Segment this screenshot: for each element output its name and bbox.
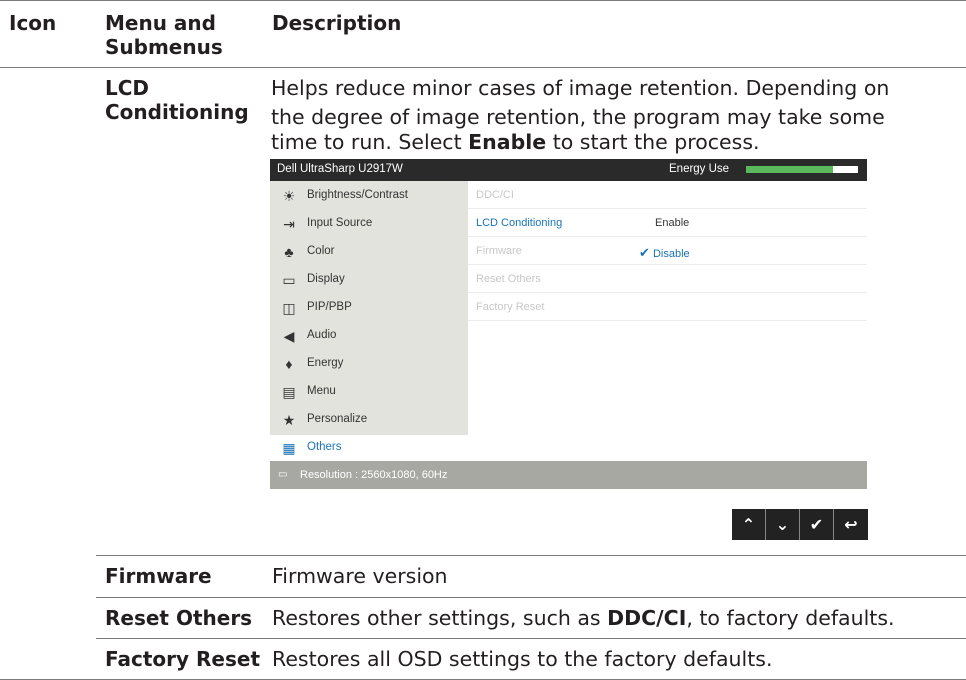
submenu-lcd-conditioning[interactable]: LCD Conditioning Enable <box>468 209 867 237</box>
input-source-icon: ⇥ <box>283 216 295 232</box>
lcd-desc-post: to start the process. <box>546 130 760 154</box>
back-icon: ↩ <box>844 515 858 534</box>
energy-use-fill <box>746 166 834 173</box>
table-top-rule <box>0 0 966 1</box>
lcd-desc-line3: time to run. Select Enable to start the … <box>271 130 760 154</box>
up-icon: ⌃ <box>741 515 756 534</box>
term-factory-reset: Factory Reset <box>105 647 260 671</box>
osd-menu: Dell UltraSharp U2917W Energy Use ☀ Brigh… <box>270 159 867 489</box>
row-rule <box>96 597 966 598</box>
menu-item-label: Input Source <box>307 217 373 229</box>
header-icon: Icon <box>9 11 57 35</box>
color-icon: ♣ <box>284 244 294 260</box>
desc-factory-reset: Restores all OSD settings to the factory… <box>272 647 773 671</box>
option-enable[interactable]: Enable <box>655 217 689 229</box>
menu-item-display[interactable]: ▭ Display <box>270 267 468 295</box>
back-button[interactable]: ↩ <box>834 509 868 540</box>
submenu-label: DDC/CI <box>476 189 514 201</box>
menu-item-label: PIP/PBP <box>307 301 352 313</box>
confirm-button[interactable]: ✔ <box>800 509 834 540</box>
lcd-desc-enable: Enable <box>468 130 547 154</box>
row-rule <box>96 638 966 639</box>
menu-icon: ▤ <box>282 384 296 400</box>
term-conditioning: Conditioning <box>105 100 249 124</box>
osd-main-menu: ☀ Brightness/Contrast ⇥ Input Source ♣ Colo… <box>270 181 468 461</box>
header-menu: Menu and <box>105 11 216 35</box>
term-reset-others: Reset Others <box>105 606 253 630</box>
option-disable[interactable]: ✔ Disable <box>639 245 690 261</box>
energy-use-label: Energy Use <box>669 163 730 175</box>
menu-item-pip-pbp[interactable]: ◫ PIP/PBP <box>270 295 468 323</box>
menu-item-label: Brightness/Contrast <box>307 189 408 201</box>
pip-pbp-icon: ◫ <box>282 300 296 316</box>
menu-item-menu[interactable]: ▤ Menu <box>270 379 468 407</box>
menu-item-label: Others <box>307 441 342 453</box>
desc-reset-ddcci: DDC/CI <box>607 606 687 630</box>
osd-title-bar: Dell UltraSharp U2917W Energy Use <box>270 159 867 181</box>
menu-item-brightness[interactable]: ☀ Brightness/Contrast <box>270 183 468 211</box>
energy-icon: ♦ <box>285 356 293 372</box>
down-icon: ⌄ <box>775 515 790 534</box>
header-rule <box>0 67 966 68</box>
row-rule <box>96 555 966 556</box>
down-button[interactable]: ⌄ <box>766 509 800 540</box>
header-description: Description <box>272 11 402 35</box>
menu-item-audio[interactable]: ◀ Audio <box>270 323 468 351</box>
menu-item-label: Personalize <box>307 413 368 425</box>
osd-footer: ▭ Resolution : 2560x1080, 60Hz <box>270 461 867 489</box>
term-lcd: LCD <box>105 76 150 100</box>
term-firmware: Firmware <box>105 564 212 588</box>
check-icon: ✔ <box>639 245 650 260</box>
menu-item-label: Menu <box>307 385 336 397</box>
menu-item-color[interactable]: ♣ Color <box>270 239 468 267</box>
resolution-text: Resolution : 2560x1080, 60Hz <box>300 469 448 481</box>
up-button[interactable]: ⌃ <box>732 509 766 540</box>
lcd-desc-line2: the degree of image retention, the progr… <box>271 105 885 129</box>
menu-item-energy[interactable]: ♦ Energy <box>270 351 468 379</box>
menu-item-label: Display <box>307 273 345 285</box>
submenu-reset-others[interactable]: Reset Others <box>468 265 867 293</box>
menu-item-label: Audio <box>307 329 337 341</box>
header-submenus: Submenus <box>105 35 223 59</box>
submenu-label: LCD Conditioning <box>476 217 563 229</box>
energy-use-bar <box>746 166 858 173</box>
lcd-desc-pre: time to run. Select <box>271 130 469 154</box>
submenu-label: Factory Reset <box>476 301 545 313</box>
desc-firmware: Firmware version <box>272 564 448 588</box>
submenu-label: Reset Others <box>476 273 541 285</box>
star-icon: ★ <box>282 412 296 428</box>
menu-item-input-source[interactable]: ⇥ Input Source <box>270 211 468 239</box>
menu-item-others[interactable]: ▦ Others <box>270 435 468 461</box>
submenu-factory-reset[interactable]: Factory Reset <box>468 293 867 321</box>
lcd-desc-line1: Helps reduce minor cases of image retent… <box>271 76 890 100</box>
desc-reset-pre: Restores other settings, such as <box>272 606 608 630</box>
brightness-icon: ☀ <box>282 188 296 204</box>
audio-icon: ◀ <box>283 328 295 344</box>
osd-title: Dell UltraSharp U2917W <box>277 163 403 175</box>
others-icon: ▦ <box>282 440 296 456</box>
menu-item-label: Color <box>307 245 335 257</box>
menu-item-personalize[interactable]: ★ Personalize <box>270 407 468 435</box>
display-icon: ▭ <box>282 272 296 288</box>
check-icon: ✔ <box>809 515 824 534</box>
option-disable-label: Disable <box>652 248 690 260</box>
osd-buttons: ⌃ ⌄ ✔ ↩ <box>732 509 868 540</box>
osd-submenu: DDC/CI LCD Conditioning Enable Firmware … <box>468 181 867 461</box>
submenu-ddc-ci[interactable]: DDC/CI <box>468 181 867 209</box>
hdmi-icon: ▭ <box>278 469 288 480</box>
desc-reset-post: , to factory defaults. <box>686 606 895 630</box>
menu-item-label: Energy <box>307 357 344 369</box>
submenu-firmware[interactable]: Firmware ✔ Disable <box>468 237 867 265</box>
submenu-label: Firmware <box>476 245 522 257</box>
desc-reset-others: Restores other settings, such as DDC/CI,… <box>272 606 895 630</box>
